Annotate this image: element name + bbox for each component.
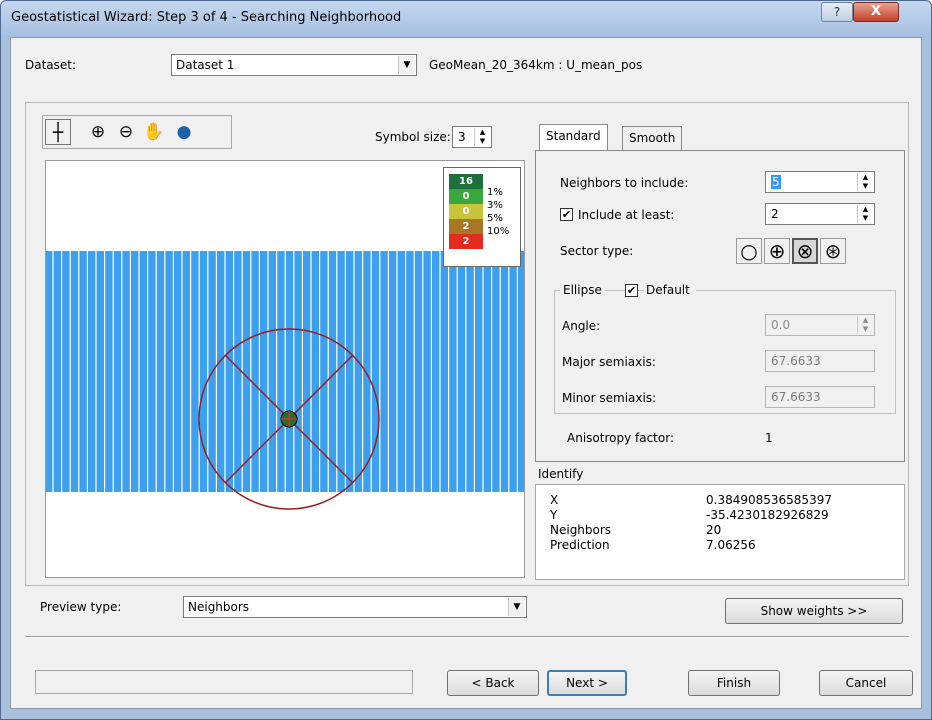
identify-value: 20 <box>706 523 722 537</box>
anisotropy-value: 1 <box>765 431 773 445</box>
minor-semiaxis-field: 67.6633 <box>765 386 875 408</box>
wizard-window: Geostatistical Wizard: Step 3 of 4 - Sea… <box>0 0 932 720</box>
show-weights-button[interactable]: Show weights >> <box>725 598 903 624</box>
ellipse-default-checkbox[interactable]: ✔ <box>625 284 638 297</box>
ellipse-default-label: Default <box>644 283 696 297</box>
spin-up-icon[interactable]: ▲ <box>858 205 873 214</box>
cancel-button[interactable]: Cancel <box>819 670 913 696</box>
minor-semiaxis-value: 67.6633 <box>771 390 821 404</box>
spin-down-icon[interactable]: ▼ <box>858 214 873 223</box>
preview-type-label: Preview type: <box>40 600 122 614</box>
legend-percent: 5% <box>487 213 503 224</box>
legend-percent: 3% <box>487 200 503 211</box>
zoom-out-icon[interactable]: ⊖ <box>113 119 139 145</box>
legend-swatch: 2 <box>449 234 483 249</box>
legend-percent: 1% <box>487 187 503 198</box>
legend-swatch: 2 <box>449 219 483 234</box>
include-least-value: 2 <box>771 207 779 221</box>
neighbors-label: Neighbors to include: <box>560 176 689 190</box>
select-tool-icon[interactable]: ┼ <box>45 119 71 145</box>
symbol-size-spinner[interactable]: 3 ▲ ▼ <box>452 126 492 148</box>
major-semiaxis-field: 67.6633 <box>765 350 875 372</box>
identify-key: Prediction <box>550 538 610 552</box>
sector-type-label: Sector type: <box>560 244 634 258</box>
dataset-value: Dataset 1 <box>176 58 235 72</box>
help-button[interactable]: ? <box>821 2 853 22</box>
ellipse-group-label: Ellipse <box>560 283 605 297</box>
spin-up-icon[interactable]: ▲ <box>475 128 490 137</box>
sector-eight-icon[interactable]: ⊛ <box>820 238 846 264</box>
identify-title: Identify <box>538 467 584 481</box>
sector-four-offset-icon[interactable]: ⊗ <box>792 238 818 264</box>
map-toolbar: ┼ ⊕ ⊖ ✋ ● <box>42 115 232 149</box>
symbol-size-value: 3 <box>458 130 466 144</box>
legend-swatch: 0 <box>449 189 483 204</box>
back-button[interactable]: < Back <box>447 670 539 696</box>
dataset-label: Dataset: <box>25 58 77 72</box>
spin-down-icon[interactable]: ▼ <box>475 137 490 146</box>
minor-semiaxis-label: Minor semiaxis: <box>562 391 657 405</box>
sector-four-icon[interactable]: ⊕ <box>764 238 790 264</box>
anisotropy-label: Anisotropy factor: <box>567 431 674 445</box>
identify-value: 0.384908536585397 <box>706 493 832 507</box>
neighbors-spinner[interactable]: 5 ▲ ▼ <box>765 171 875 193</box>
identify-key: X <box>550 493 559 507</box>
angle-spinner: 0.0 ▲ ▼ <box>765 314 875 336</box>
title-bar: Geostatistical Wizard: Step 3 of 4 - Sea… <box>1 1 931 37</box>
identify-panel: X 0.384908536585397 Y -35.4230182926829 … <box>535 484 905 580</box>
tab-standard[interactable]: Standard <box>539 124 608 150</box>
angle-label: Angle: <box>562 319 601 333</box>
identify-value: -35.4230182926829 <box>706 508 829 522</box>
major-semiaxis-label: Major semiaxis: <box>562 355 656 369</box>
finish-button[interactable]: Finish <box>688 670 780 696</box>
map-preview[interactable]: 16 0 0 2 2 1% 3% 5% 10% <box>45 160 525 578</box>
preview-type-value: Neighbors <box>188 600 250 614</box>
identify-key: Y <box>550 508 558 522</box>
angle-value: 0.0 <box>771 318 791 332</box>
include-least-spinner[interactable]: 2 ▲ ▼ <box>765 203 875 225</box>
spin-up-icon: ▲ <box>862 316 869 324</box>
chevron-down-icon[interactable]: ▼ <box>508 598 525 616</box>
dataset-dropdown[interactable]: Dataset 1 ▼ <box>171 54 417 76</box>
pan-hand-icon[interactable]: ✋ <box>141 119 167 145</box>
next-button[interactable]: Next > <box>547 670 627 696</box>
spin-down-icon: ▼ <box>862 325 869 333</box>
status-bar <box>35 670 413 694</box>
close-button[interactable]: X <box>853 2 899 22</box>
dataset-field: GeoMean_20_364km : U_mean_pos <box>429 58 643 72</box>
full-extent-globe-icon[interactable]: ● <box>171 119 197 145</box>
spin-down-icon[interactable]: ▼ <box>858 182 873 191</box>
weight-legend: 16 0 0 2 2 1% 3% 5% 10% <box>443 167 521 267</box>
legend-swatch: 16 <box>449 174 483 189</box>
symbol-size-label: Symbol size: <box>375 130 451 144</box>
tab-smooth[interactable]: Smooth <box>622 126 683 150</box>
include-least-checkbox[interactable]: ✔ <box>560 208 573 221</box>
spin-up-icon[interactable]: ▲ <box>858 173 873 182</box>
neighbors-value: 5 <box>771 175 781 189</box>
identify-key: Neighbors <box>550 523 612 537</box>
separator <box>25 636 909 638</box>
dialog-body: Dataset: Dataset 1 ▼ GeoMean_20_364km : … <box>10 37 922 709</box>
sector-one-icon[interactable]: ○ <box>736 238 762 264</box>
preview-type-dropdown[interactable]: Neighbors ▼ <box>183 596 527 618</box>
legend-swatch: 0 <box>449 204 483 219</box>
window-title: Geostatistical Wizard: Step 3 of 4 - Sea… <box>11 10 402 25</box>
chevron-down-icon[interactable]: ▼ <box>398 56 415 74</box>
legend-percent: 10% <box>487 226 510 237</box>
include-least-label: Include at least: <box>578 208 675 222</box>
zoom-in-icon[interactable]: ⊕ <box>85 119 111 145</box>
standard-panel: Neighbors to include: 5 ▲ ▼ ✔ Include at … <box>535 150 905 462</box>
major-semiaxis-value: 67.6633 <box>771 354 821 368</box>
identify-value: 7.06256 <box>706 538 756 552</box>
